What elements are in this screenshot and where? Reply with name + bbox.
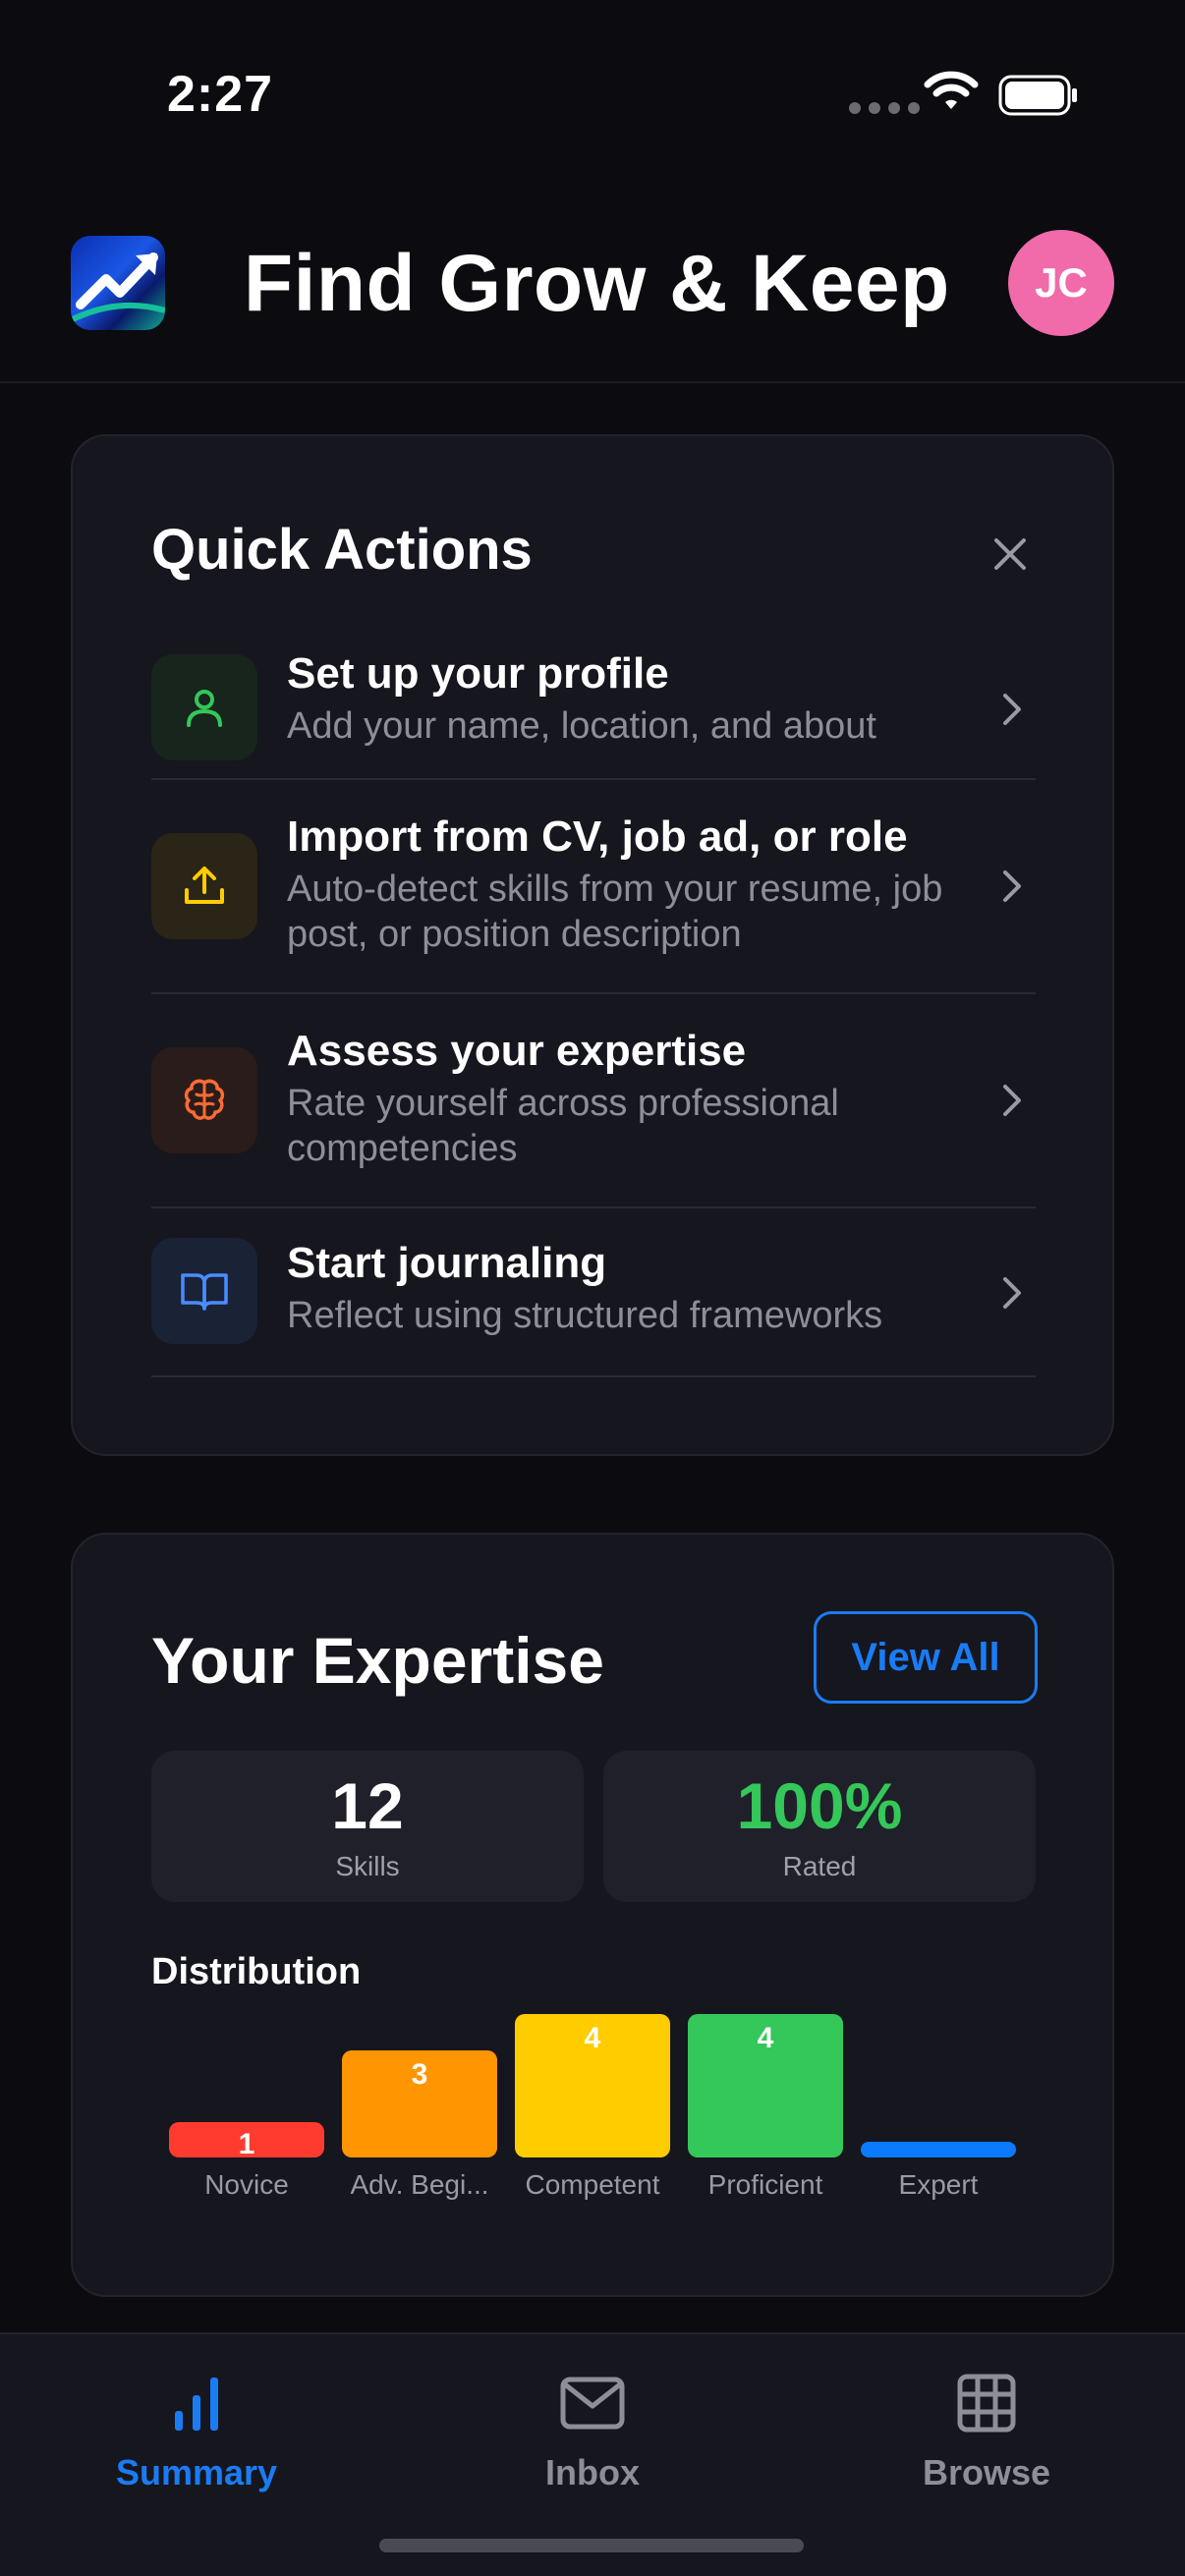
bar-category-label: Competent <box>525 2169 660 2200</box>
quick-actions-card: Quick Actions Set up your profile Add yo… <box>71 434 1114 1456</box>
quick-action-journal[interactable]: Start journaling Reflect using structure… <box>151 1208 1036 1377</box>
close-button[interactable] <box>981 525 1040 584</box>
bar-count-label: 3 <box>411 2057 428 2091</box>
quick-action-description: Rate yourself across professional compet… <box>287 1083 839 1169</box>
chevron-right-icon <box>994 868 1030 904</box>
quick-action-label: Import from CV, job ad, or role <box>287 812 908 861</box>
screen: 2:27 Find Grow & Keep JC Quick Actions S… <box>0 0 1185 2576</box>
book-icon <box>151 1238 257 1344</box>
bar-category-label: Adv. Begi... <box>350 2169 489 2200</box>
bar-category-label: Novice <box>204 2169 289 2200</box>
avatar[interactable]: JC <box>1008 230 1114 336</box>
battery-icon <box>998 75 1077 116</box>
tab-summary[interactable]: Summary <box>49 2364 344 2493</box>
cellular-signal-icon <box>849 102 920 114</box>
expertise-card: Your Expertise View All 12 Skills 100% R… <box>71 1533 1114 2297</box>
distribution-bar <box>861 2142 1016 2157</box>
tab-inbox[interactable]: Inbox <box>445 2364 740 2493</box>
tab-label: Browse <box>922 2452 1051 2492</box>
quick-actions-title: Quick Actions <box>151 518 533 582</box>
bar-count-label: 4 <box>584 2022 601 2054</box>
envelope-icon <box>560 2377 625 2430</box>
quick-action-label: Set up your profile <box>287 649 669 698</box>
quick-action-import[interactable]: Import from CV, job ad, or role Auto-det… <box>151 780 1036 994</box>
chevron-right-icon <box>994 1083 1030 1118</box>
bar-count-label: 1 <box>238 2128 255 2160</box>
quick-action-label: Assess your expertise <box>287 1027 747 1075</box>
quick-action-description: Auto-detect skills from your resume, job… <box>287 868 943 955</box>
tab-label: Summary <box>115 2452 278 2492</box>
quick-action-description: Reflect using structured frameworks <box>287 1295 883 1336</box>
home-indicator <box>379 2539 804 2552</box>
quick-action-description: Add your name, location, and about <box>287 705 876 747</box>
bar-category-label: Expert <box>898 2169 979 2200</box>
grid-icon <box>957 2374 1016 2433</box>
status-time: 2:27 <box>167 66 274 123</box>
status-bar: 2:27 <box>0 0 1185 196</box>
app-header: Find Grow & Keep JC <box>0 196 1185 383</box>
page-title: Find Grow & Keep <box>244 239 950 328</box>
person-icon <box>151 654 257 760</box>
chevron-right-icon <box>994 1275 1030 1311</box>
upload-icon <box>151 833 257 939</box>
bar-chart-icon <box>175 2378 218 2431</box>
distribution-chart: 1 Novice 3 Adv. Begi... 4 Competent 4 Proficien… <box>73 1535 1116 2299</box>
bar-count-label: 4 <box>757 2022 774 2054</box>
wifi-icon <box>924 71 979 109</box>
quick-action-label: Start journaling <box>287 1239 607 1287</box>
brain-icon <box>151 1047 257 1153</box>
bar-category-label: Proficient <box>707 2169 823 2200</box>
quick-action-setup-profile[interactable]: Set up your profile Add your name, locat… <box>151 643 1036 780</box>
app-logo <box>71 236 165 330</box>
close-icon <box>994 538 1026 570</box>
quick-action-assess[interactable]: Assess your expertise Rate yourself acro… <box>151 994 1036 1208</box>
tab-label: Inbox <box>545 2452 640 2492</box>
tab-browse[interactable]: Browse <box>839 2364 1134 2493</box>
chevron-right-icon <box>994 692 1030 727</box>
